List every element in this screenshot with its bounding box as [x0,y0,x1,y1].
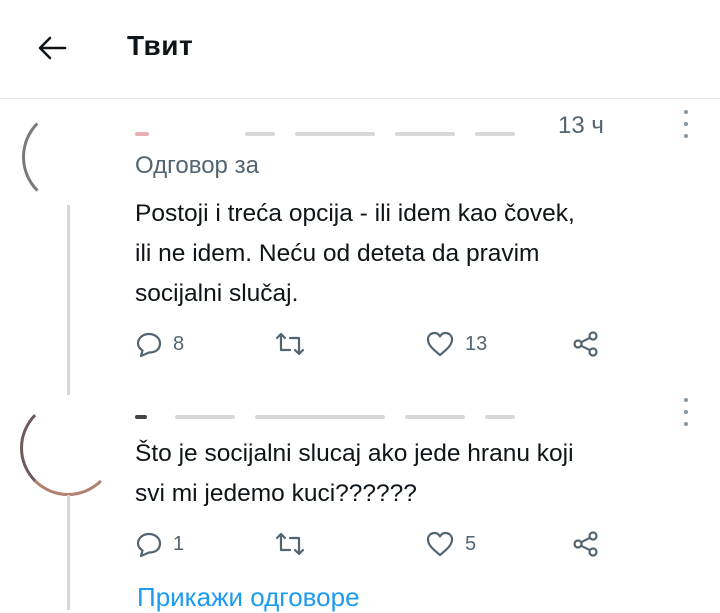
more-icon[interactable] [681,398,691,426]
share-icon [573,331,598,357]
reply-to-label: Одговор за [135,152,259,179]
more-icon[interactable] [681,110,691,138]
like-icon [426,331,454,357]
like-button[interactable]: 5 [425,528,476,560]
share-button[interactable] [571,528,601,560]
like-icon [426,531,454,557]
retweet-icon [275,332,305,356]
tweet-text-line: Postoji i treća opcija - ili idem kao čo… [135,200,575,227]
top-bar: Твит [0,0,720,99]
thread-line [67,205,70,395]
retweet-button[interactable] [275,528,305,560]
back-arrow-icon [38,36,67,60]
show-replies-link[interactable]: Прикажи одговоре [137,582,360,613]
reply-button[interactable]: 8 [135,328,184,360]
reply-button[interactable]: 1 [135,528,184,560]
tweet-actions: 1 5 [135,528,615,560]
tweet-text-line: ili ne idem. Neću od deteta da pravim [135,240,540,267]
share-icon [573,531,598,557]
tweet-text: Postoji i treća opcija - ili idem kao čo… [135,194,705,314]
tweet-actions: 8 13 [135,328,615,360]
like-button[interactable]: 13 [425,328,487,360]
tweet-text: Što je socijalni slucaj ako jede hranu k… [135,434,705,514]
tweet-text-line: svi mi jedemo kuci?????? [135,480,417,507]
tweet-text-line: Što je socijalni slucaj ako jede hranu k… [135,440,574,467]
avatar[interactable] [20,400,116,496]
reply-count: 8 [173,332,185,355]
like-count: 13 [465,332,488,355]
retweet-icon [275,532,305,556]
share-button[interactable] [571,328,601,360]
tweet-timestamp[interactable]: 13 ч [558,112,604,140]
reply-icon [136,532,162,558]
reply-icon [136,332,162,358]
thread-line [67,495,70,610]
author-name-redacted [135,405,535,423]
back-button[interactable] [34,30,70,66]
avatar[interactable] [22,108,120,206]
author-name-redacted [135,122,535,140]
retweet-button[interactable] [275,328,305,360]
like-count: 5 [465,532,477,555]
reply-count: 1 [173,532,185,555]
page-title: Твит [127,30,194,61]
tweet-text-line: socijalni slučaj. [135,280,299,307]
